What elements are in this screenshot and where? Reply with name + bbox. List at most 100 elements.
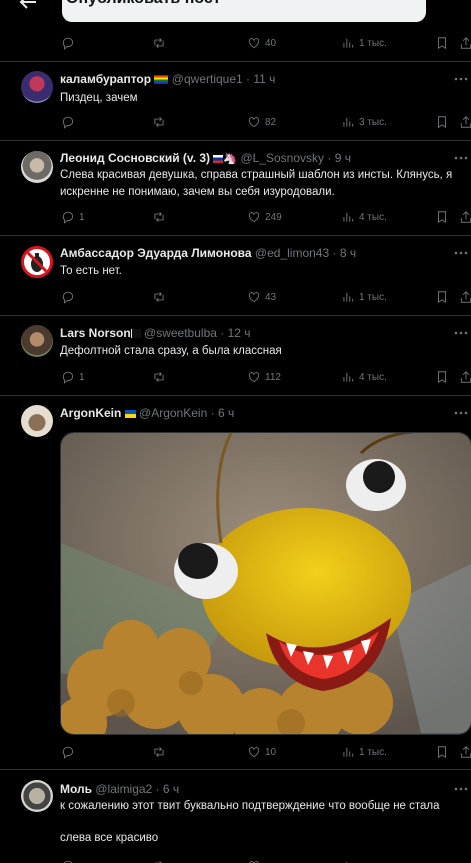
share-button[interactable] — [459, 115, 471, 129]
like-icon — [248, 38, 260, 49]
tweet-time[interactable]: · 12 ч — [220, 326, 250, 340]
bookmark-button[interactable] — [435, 210, 449, 224]
reply-button[interactable] — [61, 114, 79, 130]
tweet-actions: 1 249 4 тыс. — [0, 209, 471, 225]
more-icon[interactable] — [454, 411, 468, 415]
reply-button[interactable] — [61, 858, 75, 863]
tweet-actions: 43 1 тыс. — [0, 289, 471, 305]
retweet-button[interactable] — [152, 744, 170, 760]
like-button[interactable]: 40 — [247, 35, 276, 51]
more-icon[interactable] — [454, 77, 468, 81]
reply-button[interactable] — [61, 35, 79, 51]
bookmark-icon — [438, 746, 446, 759]
bookmark-icon — [438, 37, 446, 50]
author-name[interactable]: Амбассадор Эдуарда Лимонова — [60, 246, 252, 260]
share-icon — [460, 746, 471, 758]
tweet[interactable]: Lars Norson @sweetbulba · 12 ч Дефолтной… — [0, 316, 471, 396]
author-handle[interactable]: @qwertique1 — [172, 72, 243, 86]
back-arrow-icon[interactable] — [18, 0, 38, 10]
avatar[interactable] — [21, 405, 53, 437]
share-button[interactable] — [459, 370, 471, 384]
bookmark-button[interactable] — [435, 745, 449, 759]
tweet-actions: 40 1 тыс. — [0, 35, 471, 51]
like-button[interactable]: 43 — [247, 289, 276, 305]
views-button[interactable]: 3 тыс. — [341, 114, 387, 130]
retweet-button[interactable] — [152, 858, 166, 863]
bookmark-button[interactable] — [435, 370, 449, 384]
like-icon — [248, 117, 260, 128]
tweet-time[interactable]: · 6 ч — [211, 406, 235, 420]
tweet-text: Пиздец, зачем — [60, 92, 138, 104]
views-button[interactable]: 4 тыс. — [341, 369, 387, 385]
tweet-text-line-2: слева все красиво — [60, 832, 159, 844]
more-icon[interactable] — [454, 787, 468, 791]
bookmark-button[interactable] — [435, 115, 449, 129]
views-button[interactable]: 1 тыс. — [341, 744, 387, 760]
retweet-button[interactable] — [152, 369, 170, 385]
tweet-time[interactable]: · 9 ч — [327, 151, 351, 165]
author-name[interactable]: Леонид Сосновский (v. 3) — [60, 151, 210, 165]
author-handle[interactable]: @L_Sosnovsky — [240, 151, 324, 165]
views-icon — [343, 38, 354, 48]
tweet[interactable]: Леонид Сосновский (v. 3) 🦄 @L_Sosnovsky … — [0, 141, 471, 236]
share-button[interactable] — [459, 290, 471, 304]
tweet[interactable]: Амбассадор Эдуарда Лимонова @ed_limon43 … — [0, 236, 471, 316]
tweet-actions: 10 1 тыс. — [0, 744, 471, 760]
tweet[interactable]: Моль @laimiga2 · 6 ч к сожалению этот тв… — [0, 770, 471, 863]
author-name[interactable]: Lars Norson — [60, 326, 131, 340]
views-button[interactable]: 4 тыс. — [341, 209, 387, 225]
author-handle[interactable]: @ArgonKein — [139, 406, 207, 420]
share-button[interactable] — [459, 745, 471, 759]
share-button[interactable] — [459, 36, 471, 50]
avatar[interactable] — [21, 71, 53, 103]
avatar[interactable] — [21, 780, 53, 812]
bookmark-button[interactable] — [435, 290, 449, 304]
avatar[interactable] — [21, 325, 53, 357]
views-button[interactable]: 1 тыс. — [341, 35, 387, 51]
more-icon[interactable] — [454, 331, 468, 335]
share-icon — [460, 116, 471, 128]
tweet-time[interactable]: · 6 ч — [156, 782, 180, 796]
tweet-text: Слева красивая девушка, справа страшный … — [60, 169, 453, 198]
publish-post-button[interactable]: Опубликовать пост — [62, 0, 426, 22]
like-button[interactable] — [247, 858, 261, 863]
share-button[interactable] — [459, 210, 471, 224]
reply-button[interactable]: 1 — [61, 369, 85, 385]
reply-icon — [62, 211, 74, 224]
author-name[interactable]: Моль — [60, 782, 92, 796]
like-button[interactable]: 82 — [247, 114, 276, 130]
share-icon — [460, 211, 471, 223]
tweet[interactable]: каламбураптор @qwertique1 · 11 ч Пиздец,… — [0, 62, 471, 141]
reply-button[interactable]: 1 — [61, 209, 85, 225]
author-handle[interactable]: @ed_limon43 — [255, 246, 329, 260]
bookmark-icon — [438, 291, 446, 304]
unicorn-icon: 🦄 — [223, 153, 238, 165]
views-button[interactable] — [341, 858, 355, 863]
more-icon[interactable] — [454, 156, 468, 160]
tweet-media-image[interactable] — [60, 432, 471, 735]
retweet-icon — [154, 292, 164, 302]
avatar[interactable] — [21, 151, 53, 183]
retweet-button[interactable] — [152, 35, 170, 51]
retweet-button[interactable] — [152, 289, 170, 305]
reply-button[interactable] — [61, 289, 79, 305]
author-name[interactable]: каламбураптор — [60, 72, 151, 86]
tweet-time[interactable]: · 11 ч — [246, 72, 275, 86]
more-icon[interactable] — [454, 251, 468, 255]
author-handle[interactable]: @laimiga2 — [95, 782, 152, 796]
reply-button[interactable] — [61, 744, 79, 760]
like-button[interactable]: 112 — [247, 369, 281, 385]
avatar[interactable] — [21, 246, 53, 278]
bookmark-button[interactable] — [435, 36, 449, 50]
retweet-icon — [154, 747, 164, 757]
retweet-button[interactable] — [152, 114, 170, 130]
author-handle[interactable]: @sweetbulba — [144, 326, 217, 340]
tweet-time[interactable]: · 8 ч — [332, 246, 356, 260]
like-button[interactable]: 249 — [247, 209, 282, 225]
like-button[interactable]: 10 — [247, 744, 276, 760]
author-name[interactable]: ArgonKein — [60, 406, 121, 420]
views-button[interactable]: 1 тыс. — [341, 289, 387, 305]
like-icon — [248, 372, 260, 383]
reply-icon — [63, 860, 73, 863]
retweet-button[interactable] — [152, 209, 170, 225]
